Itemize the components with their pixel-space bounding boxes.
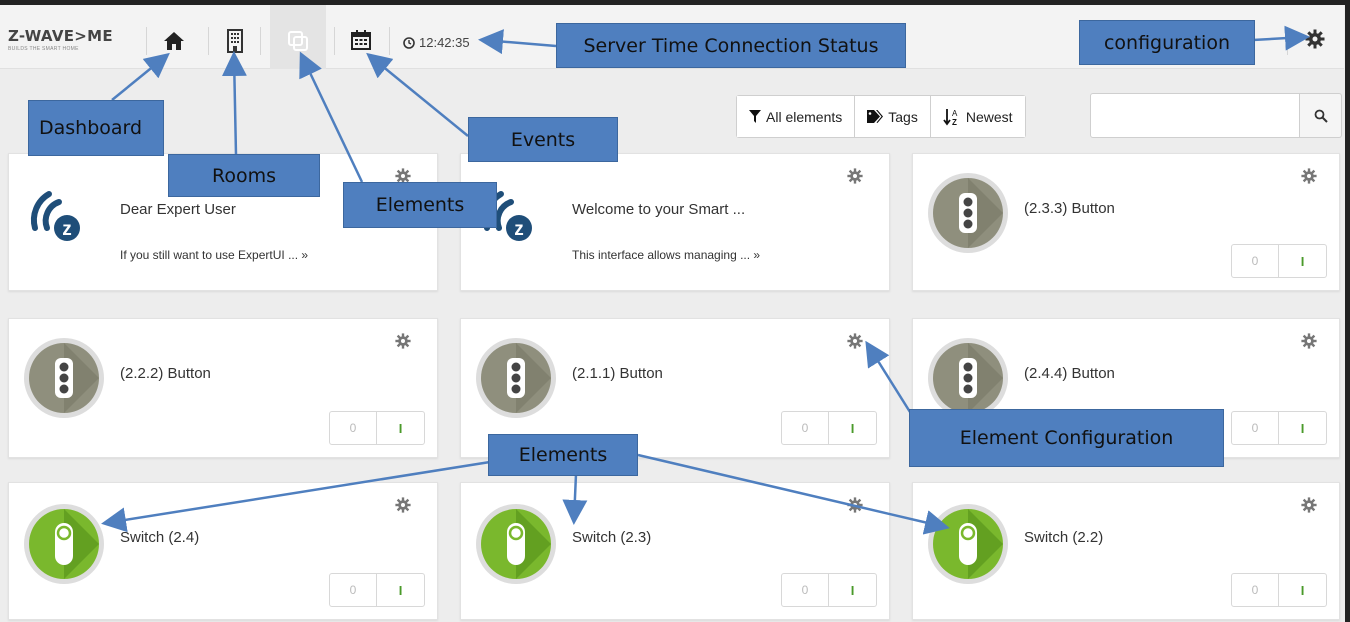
on-off-toggle: 0I [781,573,877,607]
server-time: 12:42:35 [403,35,470,50]
callout-element-configuration: Element Configuration [909,409,1224,467]
logo-tagline: BUILDS THE SMART HOME [8,46,79,52]
right-border [1345,0,1350,622]
on-off-toggle: 0I [781,411,877,445]
on-off-toggle: 0I [1231,573,1327,607]
svg-text:A: A [952,109,958,118]
callout-server-time: Server Time Connection Status [556,23,906,68]
card-gear-icon[interactable] [847,168,863,189]
card-title[interactable]: (2.1.1) Button [572,365,663,382]
card-title[interactable]: Welcome to your Smart ... [572,201,745,218]
all-elements-label: All elements [766,108,843,125]
button-icon [481,343,551,413]
on-button[interactable]: I [377,412,424,444]
card-title[interactable]: Switch (2.2) [1024,529,1103,546]
logo-text: Z-WAVE>ME [8,27,113,45]
nav-divider [389,27,390,55]
filter-bar: All elements Tags AZ Newest [736,95,1026,138]
button-icon [933,178,1003,248]
nav-divider [260,27,261,55]
on-button[interactable]: I [1279,245,1326,277]
sort-alpha-icon: AZ [943,108,958,126]
nav-divider [208,27,209,55]
on-button[interactable]: I [1279,412,1326,444]
switch-icon [481,509,551,579]
card-title[interactable]: (2.2.2) Button [120,365,211,382]
gear-icon[interactable] [1303,27,1327,51]
sort-newest[interactable]: AZ Newest [930,96,1025,137]
card-title[interactable]: Switch (2.4) [120,529,199,546]
element-card: Switch (2.2) 0 I [912,482,1340,620]
callout-rooms: Rooms [168,154,320,197]
nav-divider [334,27,335,55]
button-icon [29,343,99,413]
on-button[interactable]: I [829,412,876,444]
off-button[interactable]: 0 [1232,412,1279,444]
card-gear-icon[interactable] [1301,333,1317,354]
off-button[interactable]: 0 [1232,245,1279,277]
card-gear-icon[interactable] [1301,497,1317,518]
search-button[interactable] [1300,93,1342,138]
zwave-logo[interactable]: Z-WAVE>ME BUILDS THE SMART HOME [8,27,113,52]
card-gear-icon[interactable] [847,333,863,354]
switch-icon [29,509,99,579]
card-title[interactable]: Dear Expert User [120,201,236,218]
elements-icon[interactable] [284,27,312,55]
svg-text:z: z [62,219,72,240]
sort-newest-label: Newest [965,108,1013,125]
card-title[interactable]: (2.3.3) Button [1024,200,1115,217]
card-description[interactable]: This interface allows managing ... » [572,248,760,262]
card-gear-icon[interactable] [1301,168,1317,189]
nav-divider [146,27,147,55]
on-off-toggle: 0I [329,411,425,445]
zwave-logo-icon: z [21,178,91,248]
element-card: Switch (2.3) 0 I [460,482,890,620]
svg-text:Z: Z [952,118,957,126]
card-title[interactable]: (2.4.4) Button [1024,365,1115,382]
off-button[interactable]: 0 [782,574,829,606]
on-off-toggle: 0I [1231,411,1327,445]
search-icon [1314,109,1328,123]
card-title[interactable]: Switch (2.3) [572,529,651,546]
server-time-value: 12:42:35 [419,35,470,50]
callout-elements-bottom: Elements [488,434,638,476]
search-input[interactable] [1090,93,1300,138]
element-card: Switch (2.4) 0 I [8,482,438,620]
calendar-icon[interactable] [348,26,374,54]
tags-label: Tags [888,108,918,125]
rooms-icon[interactable] [222,26,248,56]
off-button[interactable]: 0 [1232,574,1279,606]
on-button[interactable]: I [1279,574,1326,606]
callout-elements-top: Elements [343,182,497,228]
on-button[interactable]: I [829,574,876,606]
home-icon[interactable] [158,27,190,55]
callout-dashboard: Dashboard [28,100,164,156]
card-gear-icon[interactable] [847,497,863,518]
tags-filter[interactable]: Tags [855,96,931,137]
switch-icon [933,509,1003,579]
on-off-toggle: 0I [1231,244,1327,278]
tags-icon [867,110,884,123]
nav-divider [1287,27,1288,55]
element-card: (2.2.2) Button 0 I [8,318,438,458]
card-gear-icon[interactable] [395,497,411,518]
card-description[interactable]: If you still want to use ExpertUI ... » [120,248,308,262]
card-gear-icon[interactable] [395,333,411,354]
all-elements-filter[interactable]: All elements [737,96,856,137]
svg-text:z: z [514,219,524,240]
off-button[interactable]: 0 [782,412,829,444]
element-card: (2.3.3) Button 0 I [912,153,1340,291]
off-button[interactable]: 0 [330,574,377,606]
on-off-toggle: 0I [329,573,425,607]
top-border [0,0,1350,5]
callout-configuration: configuration [1079,20,1255,65]
button-icon [933,343,1003,413]
clock-icon [403,36,415,49]
on-button[interactable]: I [377,574,424,606]
filter-icon [749,110,761,123]
element-card: z Welcome to your Smart ... This interface… [460,153,890,291]
off-button[interactable]: 0 [330,412,377,444]
callout-events: Events [468,117,618,162]
